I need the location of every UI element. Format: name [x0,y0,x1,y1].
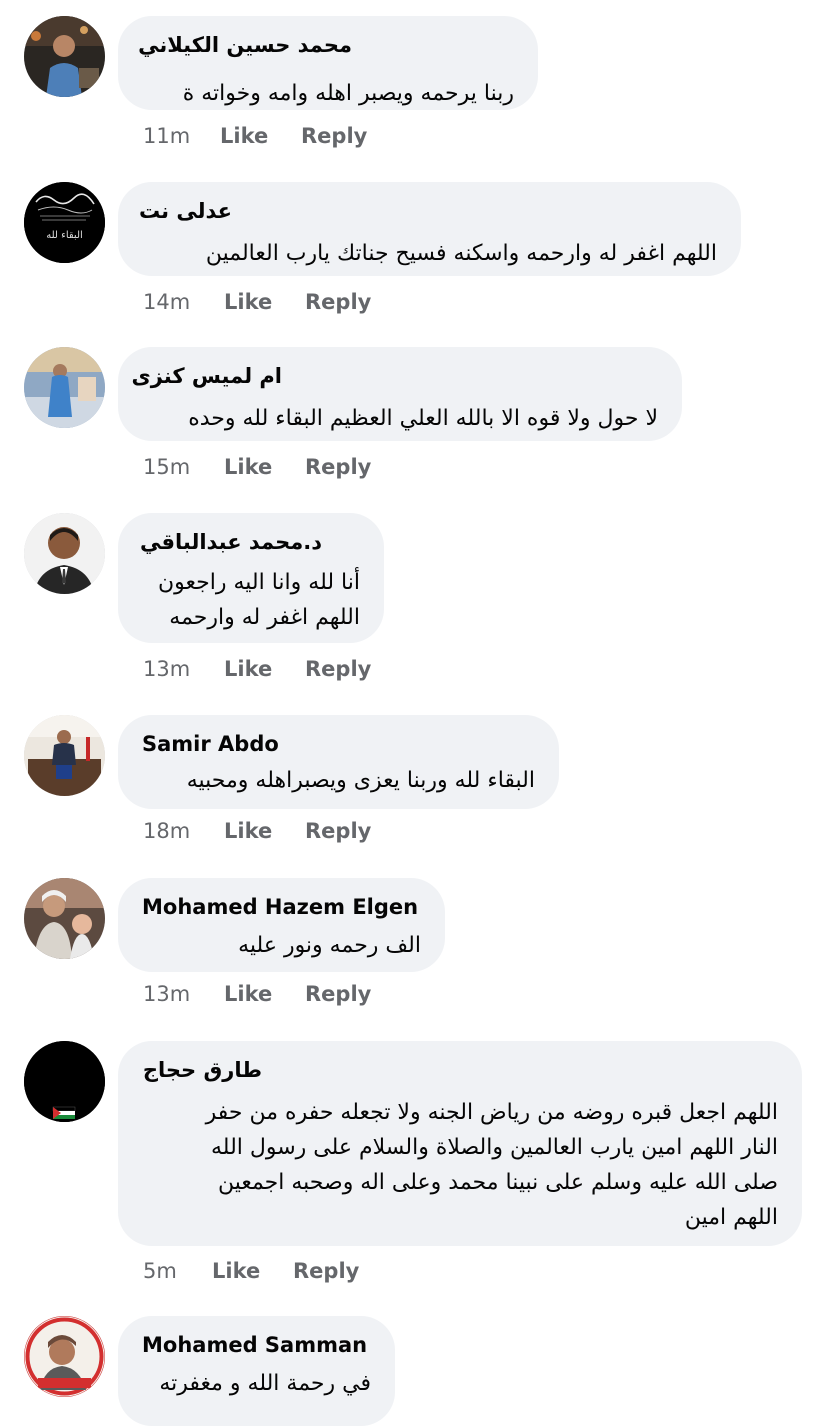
like-button[interactable]: Like [224,982,272,1006]
comment-actions: 14m Like Reply [0,290,839,320]
comment-bubble: ام لميس كنزى لا حول ولا قوه الا بالله ال… [118,347,682,441]
avatar-photo [24,16,105,97]
comment-text: الف رحمه ونور عليه [238,933,421,958]
reply-button[interactable]: Reply [305,455,371,479]
condolence-calligraphy-icon: البقاء لله [24,182,105,263]
reply-button[interactable]: Reply [305,819,371,843]
comment-actions: 13m Like Reply [0,982,839,1012]
comment-text: البقاء لله وربنا يعزى ويصبراهله ومحبيه [186,768,535,793]
avatar[interactable] [24,347,105,428]
reply-button[interactable]: Reply [305,982,371,1006]
comment-text: أنا لله وانا اليه راجعون اللهم اغفر له و… [158,570,360,630]
reply-button[interactable]: Reply [305,657,371,681]
comment-author[interactable]: Mohamed Samman [142,1332,371,1358]
comment-text: في رحمة الله و مغفرته [159,1371,371,1396]
avatar[interactable] [24,1316,105,1397]
comment-bubble: طارق حجاج اللهم اجعل قبره روضه من رياض ا… [118,1041,802,1246]
comment-author[interactable]: Samir Abdo [142,731,535,757]
comment-timestamp[interactable]: 15m [143,455,190,479]
comment-author[interactable]: د.محمد عبدالباقي [140,529,322,555]
comment-bubble: د.محمد عبدالباقي أنا لله وانا اليه راجعو… [118,513,384,643]
avatar[interactable] [24,878,105,959]
avatar-text: البقاء لله [46,230,83,241]
avatar-photo [24,878,105,959]
comment-bubble: Mohamed Hazem Elgen الف رحمه ونور عليه [118,878,445,972]
comment-bubble: Mohamed Samman في رحمة الله و مغفرته [118,1316,395,1426]
comment-actions: 15m Like Reply [0,455,839,485]
comment-author[interactable]: Mohamed Hazem Elgen [142,894,421,920]
avatar[interactable] [24,715,105,796]
comment-author[interactable]: طارق حجاج [142,1057,262,1083]
like-button[interactable]: Like [224,290,272,314]
like-button[interactable]: Like [224,455,272,479]
comment-timestamp[interactable]: 14m [143,290,190,314]
like-button[interactable]: Like [224,819,272,843]
comment-text: ربنا يرحمه ويصبر اهله وامه وخواته ة [182,81,514,106]
avatar-photo [24,715,105,796]
avatar[interactable]: البقاء لله [24,182,105,263]
reply-button[interactable]: Reply [301,124,367,148]
like-button[interactable]: Like [220,124,268,148]
comment-timestamp[interactable]: 5m [143,1259,177,1283]
comment-author[interactable]: محمد حسين الكيلاني [138,32,352,58]
comment-bubble: Samir Abdo البقاء لله وربنا يعزى ويصبراه… [118,715,559,809]
avatar[interactable] [24,16,105,97]
comment-text: اللهم اغفر له وارحمه واسكنه فسيح جناتك ي… [205,241,717,266]
avatar-photo [24,1316,105,1397]
comment-timestamp[interactable]: 18m [143,819,190,843]
comment-bubble: محمد حسين الكيلاني ربنا يرحمه ويصبر اهله… [118,16,538,110]
reply-button[interactable]: Reply [293,1259,359,1283]
reply-button[interactable]: Reply [305,290,371,314]
comment-actions: 13m Like Reply [0,657,839,687]
comment-timestamp[interactable]: 11m [143,124,190,148]
comment-actions: 18m Like Reply [0,819,839,849]
comment-timestamp[interactable]: 13m [143,982,190,1006]
avatar-photo [24,513,105,594]
comment-text: لا حول ولا قوه الا بالله العلي العظيم ال… [188,406,658,431]
comment-bubble: عدلى نت اللهم اغفر له وارحمه واسكنه فسيح… [118,182,741,276]
black-avatar-with-flag-icon [24,1041,105,1122]
comment-text: اللهم اجعل قبره روضه من رياض الجنه ولا ت… [205,1100,778,1230]
comment-author[interactable]: ام لميس كنزى [131,363,282,389]
like-button[interactable]: Like [224,657,272,681]
like-button[interactable]: Like [212,1259,260,1283]
comment-actions: 5m Like Reply [0,1259,839,1289]
comment-actions: 11m Like Reply [0,124,839,154]
comment-author[interactable]: عدلى نت [139,198,232,224]
comment-timestamp[interactable]: 13m [143,657,190,681]
avatar[interactable] [24,1041,105,1122]
avatar-photo [24,347,105,428]
avatar[interactable] [24,513,105,594]
